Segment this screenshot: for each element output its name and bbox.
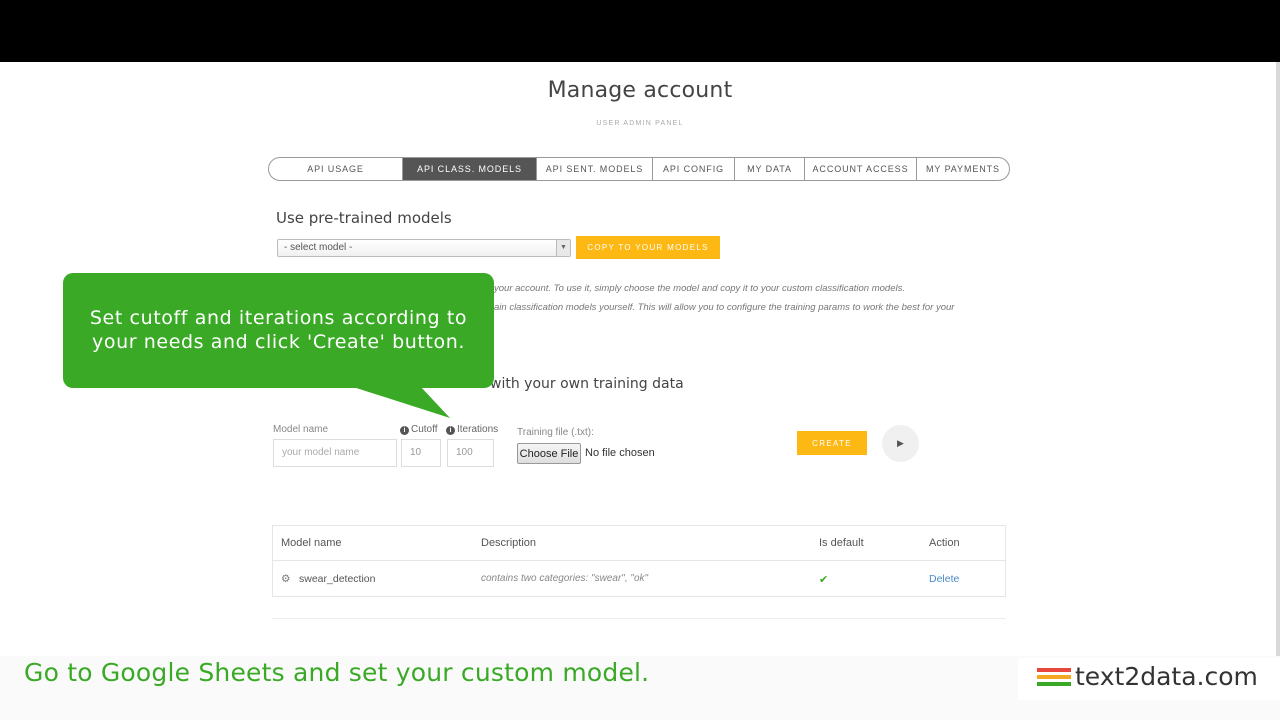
- create-heading: with your own training data: [490, 376, 684, 392]
- page-subtitle: USER ADMIN PANEL: [596, 120, 684, 127]
- video-caption: Go to Google Sheets and set your custom …: [24, 658, 650, 687]
- delete-link[interactable]: Delete: [929, 573, 959, 585]
- column-is-default: Is default: [819, 537, 864, 549]
- brand-name: text2data.com: [1075, 662, 1258, 691]
- column-model-name: Model name: [281, 537, 342, 549]
- tab-my-payments[interactable]: MY PAYMENTS: [917, 158, 1009, 180]
- column-description: Description: [481, 537, 537, 549]
- model-select-value: - select model -: [284, 242, 353, 253]
- callout-line-1: Set cutoff and iterations according to: [89, 307, 468, 329]
- cutoff-label: i Cutoff: [400, 424, 438, 435]
- model-name-input[interactable]: your model name: [273, 439, 397, 467]
- tab-api-config[interactable]: API CONFIG: [653, 158, 735, 180]
- video-top-bar: [0, 0, 1280, 62]
- models-table: [272, 525, 1006, 597]
- row-model-name: swear_detection: [299, 573, 376, 585]
- tab-api-sent-models[interactable]: API SENT. MODELS: [537, 158, 653, 180]
- cutoff-input[interactable]: 10: [401, 439, 441, 467]
- file-status: No file chosen: [585, 447, 655, 459]
- callout-line-2: your needs and click 'Create' button.: [92, 331, 465, 353]
- info-icon: i: [400, 426, 409, 435]
- tab-api-usage[interactable]: API USAGE: [269, 158, 403, 180]
- chevron-down-icon: ▼: [556, 240, 570, 256]
- tab-api-class-models[interactable]: API CLASS. MODELS: [403, 158, 537, 180]
- tab-account-access[interactable]: ACCOUNT ACCESS: [805, 158, 917, 180]
- page-title: Manage account: [547, 78, 733, 103]
- iterations-input[interactable]: 100: [447, 439, 494, 467]
- copy-to-models-button[interactable]: COPY TO YOUR MODELS: [576, 236, 720, 259]
- gears-icon: ⚙: [281, 573, 291, 585]
- create-button[interactable]: CREATE: [797, 431, 867, 455]
- iterations-label: i Iterations: [446, 424, 498, 435]
- brand-logo-icon: [1037, 668, 1071, 688]
- row-description: contains two categories: "swear", "ok": [481, 573, 649, 584]
- tab-my-data[interactable]: MY DATA: [735, 158, 805, 180]
- choose-file-button[interactable]: Choose File: [517, 443, 581, 464]
- callout-text: Set cutoff and iterations according to y…: [63, 306, 494, 354]
- training-file-label: Training file (.txt):: [517, 427, 594, 438]
- play-button[interactable]: ▶: [882, 425, 919, 462]
- scrollbar-edge: [1276, 62, 1280, 656]
- default-check-icon: ✔: [819, 574, 829, 586]
- play-icon: ▶: [897, 438, 904, 448]
- column-action: Action: [929, 537, 960, 549]
- model-select[interactable]: - select model - ▼: [277, 239, 571, 257]
- account-tabs: API USAGE API CLASS. MODELS API SENT. MO…: [268, 157, 1010, 181]
- info-icon: i: [446, 426, 455, 435]
- section-divider: [272, 618, 1006, 619]
- model-name-label: Model name: [273, 424, 329, 435]
- table-divider: [272, 560, 1006, 561]
- pretrained-info-line-1: your account. To use it, simply choose t…: [494, 283, 905, 294]
- pretrained-heading: Use pre-trained models: [276, 209, 452, 227]
- pretrained-info-line-2: ain classification models yourself. This…: [494, 302, 955, 313]
